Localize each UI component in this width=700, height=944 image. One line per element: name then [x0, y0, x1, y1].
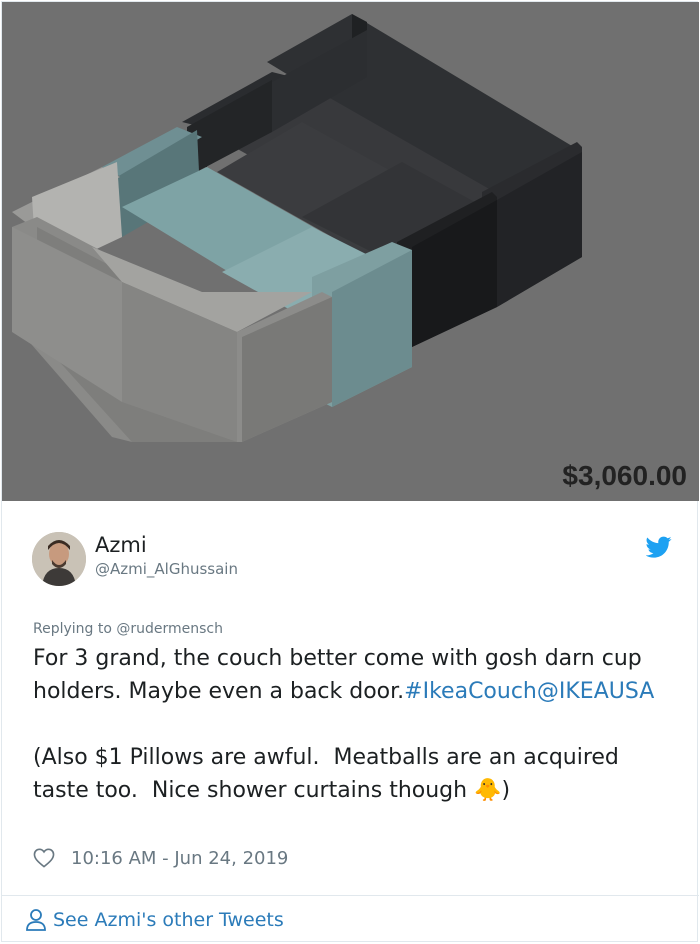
timestamp[interactable]: 10:16 AM - Jun 24, 2019: [71, 848, 288, 869]
see-other-tweets-label[interactable]: See Azmi's other Tweets: [53, 909, 284, 931]
tweet-media-image[interactable]: $3,060.00: [2, 2, 699, 501]
replying-to[interactable]: Replying to @rudermensch: [33, 621, 223, 637]
sectional-sofa-illustration: [12, 14, 582, 442]
tweet-text-line2: (Also $1 Pillows are awful. Meatballs ar…: [33, 745, 626, 803]
twitter-bird-icon[interactable]: [646, 534, 672, 560]
user-icon: [26, 909, 46, 931]
avatar-image: [32, 532, 86, 586]
tweet-text-end: ): [501, 778, 511, 803]
user-handle[interactable]: @Azmi_AlGhussain: [95, 560, 238, 578]
price-label: $3,060.00: [562, 460, 687, 491]
see-other-tweets-link[interactable]: See Azmi's other Tweets: [25, 905, 284, 935]
display-name[interactable]: Azmi: [95, 533, 147, 557]
tweet-text: For 3 grand, the couch better come with …: [33, 642, 678, 807]
tweet-meta: 10:16 AM - Jun 24, 2019: [33, 845, 288, 871]
avatar[interactable]: [32, 532, 86, 586]
heart-icon[interactable]: [33, 848, 55, 868]
hashtag-link[interactable]: #IkeaCouch: [404, 679, 537, 704]
mention-link[interactable]: @IKEAUSA: [537, 679, 654, 704]
divider: [2, 895, 699, 896]
tweet-card: $3,060.00 Azmi @Azmi_AlGhussain Replying…: [1, 1, 699, 942]
tweet-header: Azmi @Azmi_AlGhussain: [32, 532, 672, 592]
chick-emoji: 🐥: [474, 778, 502, 803]
